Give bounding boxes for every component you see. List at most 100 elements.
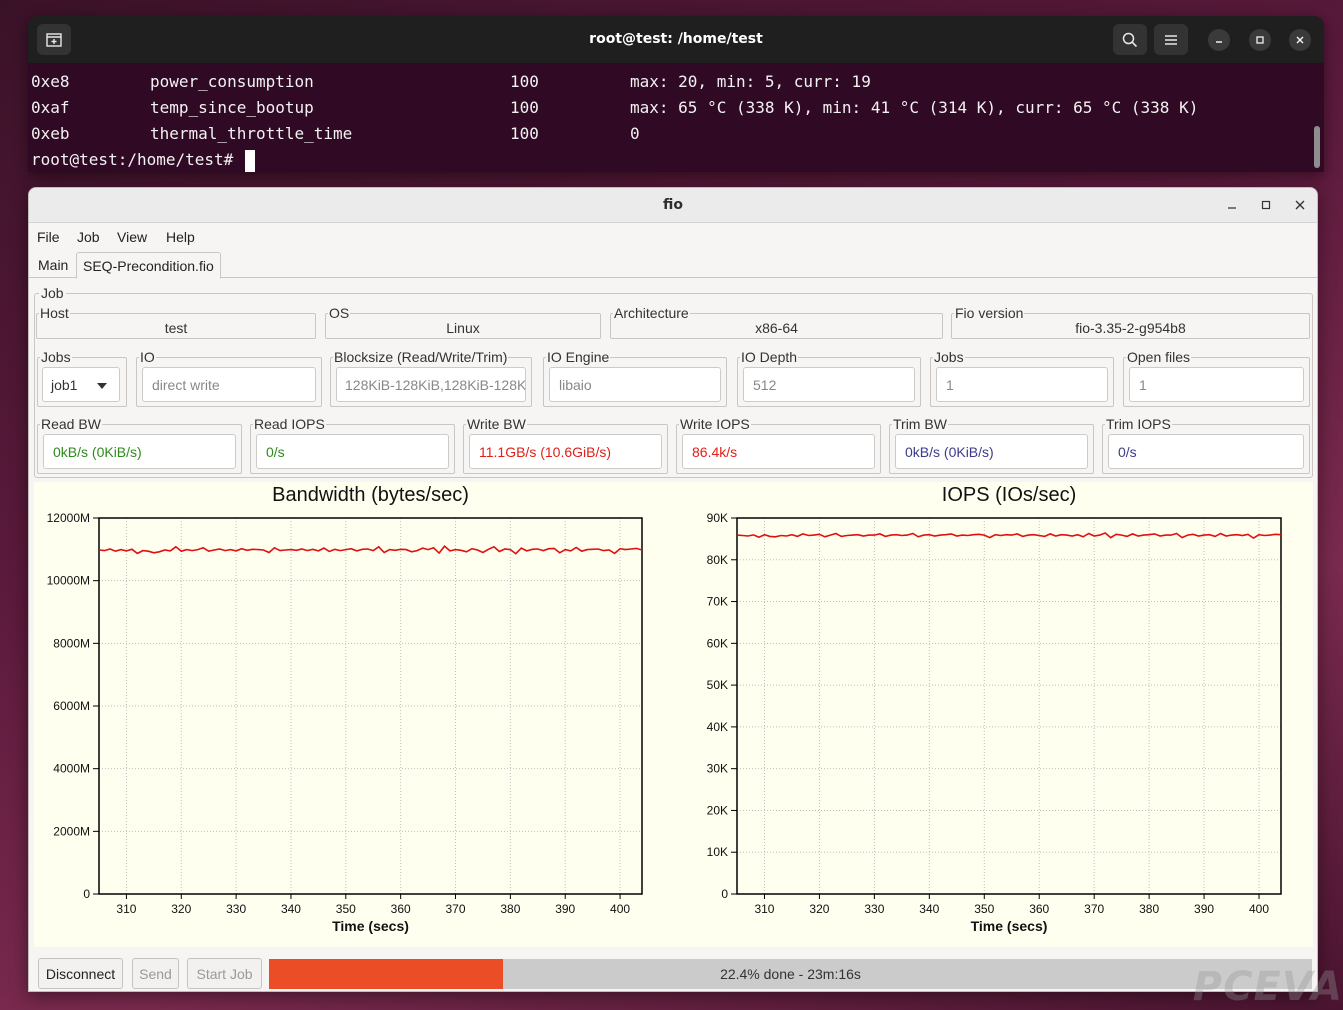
open-files-field[interactable]: 1 xyxy=(1129,367,1304,402)
host-value: test xyxy=(164,320,188,336)
y-tick-label: 6000M xyxy=(53,699,90,713)
close-icon[interactable] xyxy=(1289,29,1311,51)
attr-id: 0xeb xyxy=(31,124,70,143)
io-label: IO xyxy=(139,348,156,366)
menu-bar: File Job View Help xyxy=(29,224,1317,250)
y-tick-label: 70K xyxy=(707,595,728,609)
close-icon[interactable] xyxy=(1289,194,1311,216)
io-engine-group: IO Engine libaio xyxy=(543,348,727,407)
y-tick-label: 4000M xyxy=(53,762,90,776)
fio-version-value: fio-3.35-2-g954b8 xyxy=(1075,320,1186,336)
maximize-icon[interactable] xyxy=(1249,29,1271,51)
os-value: Linux xyxy=(446,320,480,336)
disconnect-button[interactable]: Disconnect xyxy=(38,958,123,989)
trim-bw-label: Trim BW xyxy=(892,415,948,433)
graph-area: Bandwidth (bytes/sec) 310 320 330 340 350 360 3… xyxy=(34,482,1313,947)
progress-text: 22.4% done - 23m:16s xyxy=(720,966,861,982)
start-job-button[interactable]: Start Job xyxy=(187,958,262,989)
watermark-logo: PCEVA xyxy=(1192,964,1343,1010)
fio-titlebar: fio xyxy=(29,188,1317,223)
x-tick-label: 310 xyxy=(754,902,774,916)
x-tick-label: 320 xyxy=(809,902,829,916)
attr-normalized: 100 xyxy=(510,72,539,91)
write-iops-label: Write IOPS xyxy=(679,415,751,433)
attr-name: power_consumption xyxy=(150,72,314,91)
jobs-dropdown[interactable]: job1 xyxy=(42,367,120,402)
send-button[interactable]: Send xyxy=(132,958,179,989)
tab-main[interactable]: Main xyxy=(32,252,74,279)
host-group: Host test xyxy=(36,304,316,339)
trim-bw-group: Trim BW 0kB/s (0KiB/s) xyxy=(889,415,1094,474)
io-depth-label: IO Depth xyxy=(740,348,799,366)
job-frame-label: Job xyxy=(39,285,66,301)
trim-bw-field: 0kB/s (0KiB/s) xyxy=(895,434,1088,469)
maximize-icon[interactable] xyxy=(1255,194,1277,216)
minimize-icon[interactable] xyxy=(1208,29,1230,51)
attr-raw: 0 xyxy=(630,124,640,143)
tab-bar: Main SEQ-Precondition.fio xyxy=(29,250,1317,279)
attr-normalized: 100 xyxy=(510,98,539,117)
x-tick-label: 330 xyxy=(864,902,884,916)
x-tick-label: 340 xyxy=(281,902,301,916)
menu-help[interactable]: Help xyxy=(166,224,195,250)
y-tick-label: 0 xyxy=(721,887,728,901)
io-engine-field[interactable]: libaio xyxy=(549,367,721,402)
y-tick-label: 10000M xyxy=(47,574,90,588)
menu-job[interactable]: Job xyxy=(77,224,100,250)
chart-0: Bandwidth (bytes/sec) 310 320 330 340 350 360 3… xyxy=(47,484,643,934)
write-iops-group: Write IOPS 86.4k/s xyxy=(676,415,881,474)
attr-raw: max: 20, min: 5, curr: 19 xyxy=(630,72,871,91)
charts-svg: Bandwidth (bytes/sec) 310 320 330 340 350 360 3… xyxy=(47,484,1282,934)
y-tick-label: 80K xyxy=(707,553,728,567)
y-tick-label: 2000M xyxy=(53,824,90,838)
x-tick-label: 350 xyxy=(336,902,356,916)
x-tick-label: 390 xyxy=(1194,902,1214,916)
blocksize-field[interactable]: 128KiB-128KiB,128KiB-128KiB xyxy=(336,367,526,402)
menu-file[interactable]: File xyxy=(37,224,60,250)
chevron-down-icon xyxy=(97,383,107,389)
jobs-select-group: Jobs job1 xyxy=(37,348,127,407)
x-axis-label: Time (secs) xyxy=(332,918,409,934)
y-tick-label: 40K xyxy=(707,720,728,734)
read-bw-label: Read BW xyxy=(40,415,102,433)
y-tick-label: 60K xyxy=(707,636,728,650)
y-tick-label: 10K xyxy=(707,845,728,859)
fio-window-title: fio xyxy=(663,197,683,213)
x-axis-label: Time (secs) xyxy=(971,918,1048,934)
chart-title: IOPS (IOs/sec) xyxy=(942,484,1076,506)
chart-1: IOPS (IOs/sec) 310 320 330 340 350 360 370 380 39… xyxy=(707,484,1282,934)
architecture-value: x86-64 xyxy=(755,320,798,336)
jobs-count-field[interactable]: 1 xyxy=(936,367,1108,402)
blocksize-label: Blocksize (Read/Write/Trim) xyxy=(333,348,509,366)
terminal-window: root@test: /home/test 0xe8 power_consump… xyxy=(28,16,1324,172)
hamburger-menu-icon[interactable] xyxy=(1154,24,1188,55)
x-tick-label: 370 xyxy=(1084,902,1104,916)
trim-iops-label: Trim IOPS xyxy=(1105,415,1172,433)
io-field[interactable]: direct write xyxy=(142,367,316,402)
tab-seq-precondition[interactable]: SEQ-Precondition.fio xyxy=(76,252,221,279)
menu-view[interactable]: View xyxy=(117,224,147,250)
x-tick-label: 400 xyxy=(1249,902,1269,916)
x-tick-label: 310 xyxy=(116,902,136,916)
plot-frame xyxy=(736,517,1282,895)
y-tick-label: 8000M xyxy=(53,636,90,650)
search-icon[interactable] xyxy=(1113,24,1147,55)
terminal-output[interactable]: 0xe8 power_consumption 100 max: 20, min:… xyxy=(31,69,1310,172)
terminal-scrollbar[interactable] xyxy=(1314,126,1320,168)
series-line xyxy=(98,545,643,555)
x-tick-label: 380 xyxy=(500,902,520,916)
attr-name: temp_since_bootup xyxy=(150,98,314,117)
x-tick-label: 330 xyxy=(226,902,246,916)
x-tick-label: 350 xyxy=(974,902,994,916)
attr-raw: max: 65 °C (338 K), min: 41 °C (314 K), … xyxy=(630,98,1199,117)
y-tick-label: 20K xyxy=(707,803,728,817)
prompt-row[interactable]: root@test:/home/test# xyxy=(31,147,1310,172)
x-tick-label: 380 xyxy=(1139,902,1159,916)
attr-id: 0xaf xyxy=(31,98,70,117)
io-group: IO direct write xyxy=(136,348,322,407)
x-tick-label: 370 xyxy=(445,902,465,916)
jobs-dropdown-value: job1 xyxy=(51,376,78,393)
io-depth-field[interactable]: 512 xyxy=(743,367,915,402)
minimize-icon[interactable] xyxy=(1221,194,1243,216)
open-files-label: Open files xyxy=(1126,348,1192,366)
